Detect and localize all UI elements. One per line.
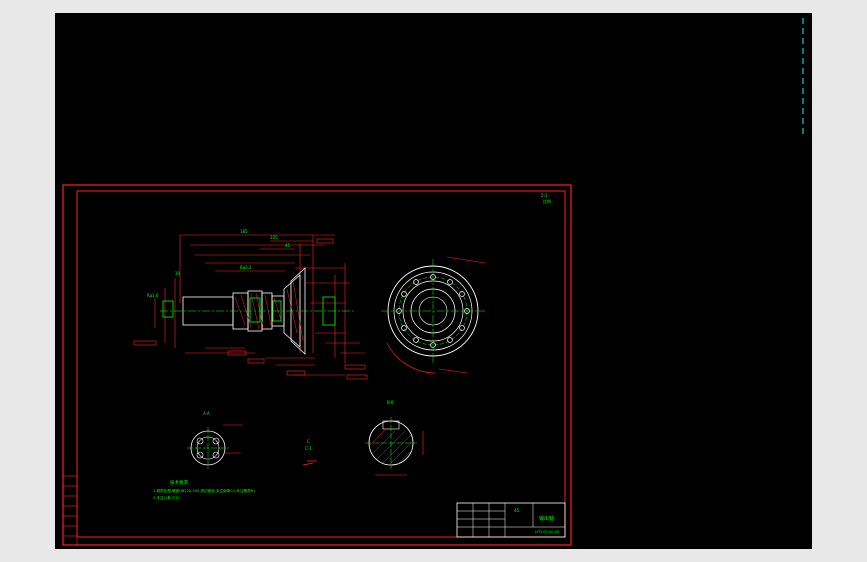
detail-c: C C-1 <box>302 439 317 466</box>
tech-requirements-line2: 2.未注公差 IT12 <box>153 495 180 500</box>
dim-a: 105 <box>270 235 278 240</box>
dim-total: 185 <box>240 229 248 234</box>
title-block: 45 输出轴 LYTJ-07-00-00 <box>456 502 566 538</box>
section-b-b: B-B <box>365 400 424 476</box>
top-right-note-a: 5:1 <box>541 193 548 198</box>
tech-requirements-title: 技术要求 <box>170 479 188 486</box>
dim-b: 45 <box>285 243 291 248</box>
roughness-a: Ra1.6 <box>147 293 159 298</box>
section-b-label: B-B <box>387 400 394 405</box>
title-block-name: 输出轴 <box>539 515 554 522</box>
section-c-sub: C-1 <box>305 446 312 451</box>
dim-c: 30 <box>175 271 181 276</box>
main-shaft-view: 185 105 45 30 Ra1.6 Ra3.2 <box>133 229 368 380</box>
tech-requirements-line1: 1.调质处理,硬度HB220-250,锐边倒钝,未注倒角C1,未注圆角R1 <box>153 488 255 493</box>
title-block-material: 45 <box>514 508 520 514</box>
section-c-label: C <box>307 439 310 444</box>
cad-drawing: 5:1 比例 185 105 45 30 Ra1.6 Ra3.2 A-A C C… <box>62 18 804 546</box>
section-a-a: A-A <box>187 411 243 469</box>
roughness-b: Ra3.2 <box>240 265 252 270</box>
title-block-code: LYTJ-07-00-00 <box>535 530 560 534</box>
revision-column <box>62 475 78 546</box>
drawing-canvas[interactable]: 5:1 比例 185 105 45 30 Ra1.6 Ra3.2 A-A C C… <box>55 13 812 549</box>
top-right-note-b: 比例 <box>543 198 551 204</box>
section-a-label: A-A <box>203 411 210 416</box>
flange-end-view <box>381 256 486 374</box>
